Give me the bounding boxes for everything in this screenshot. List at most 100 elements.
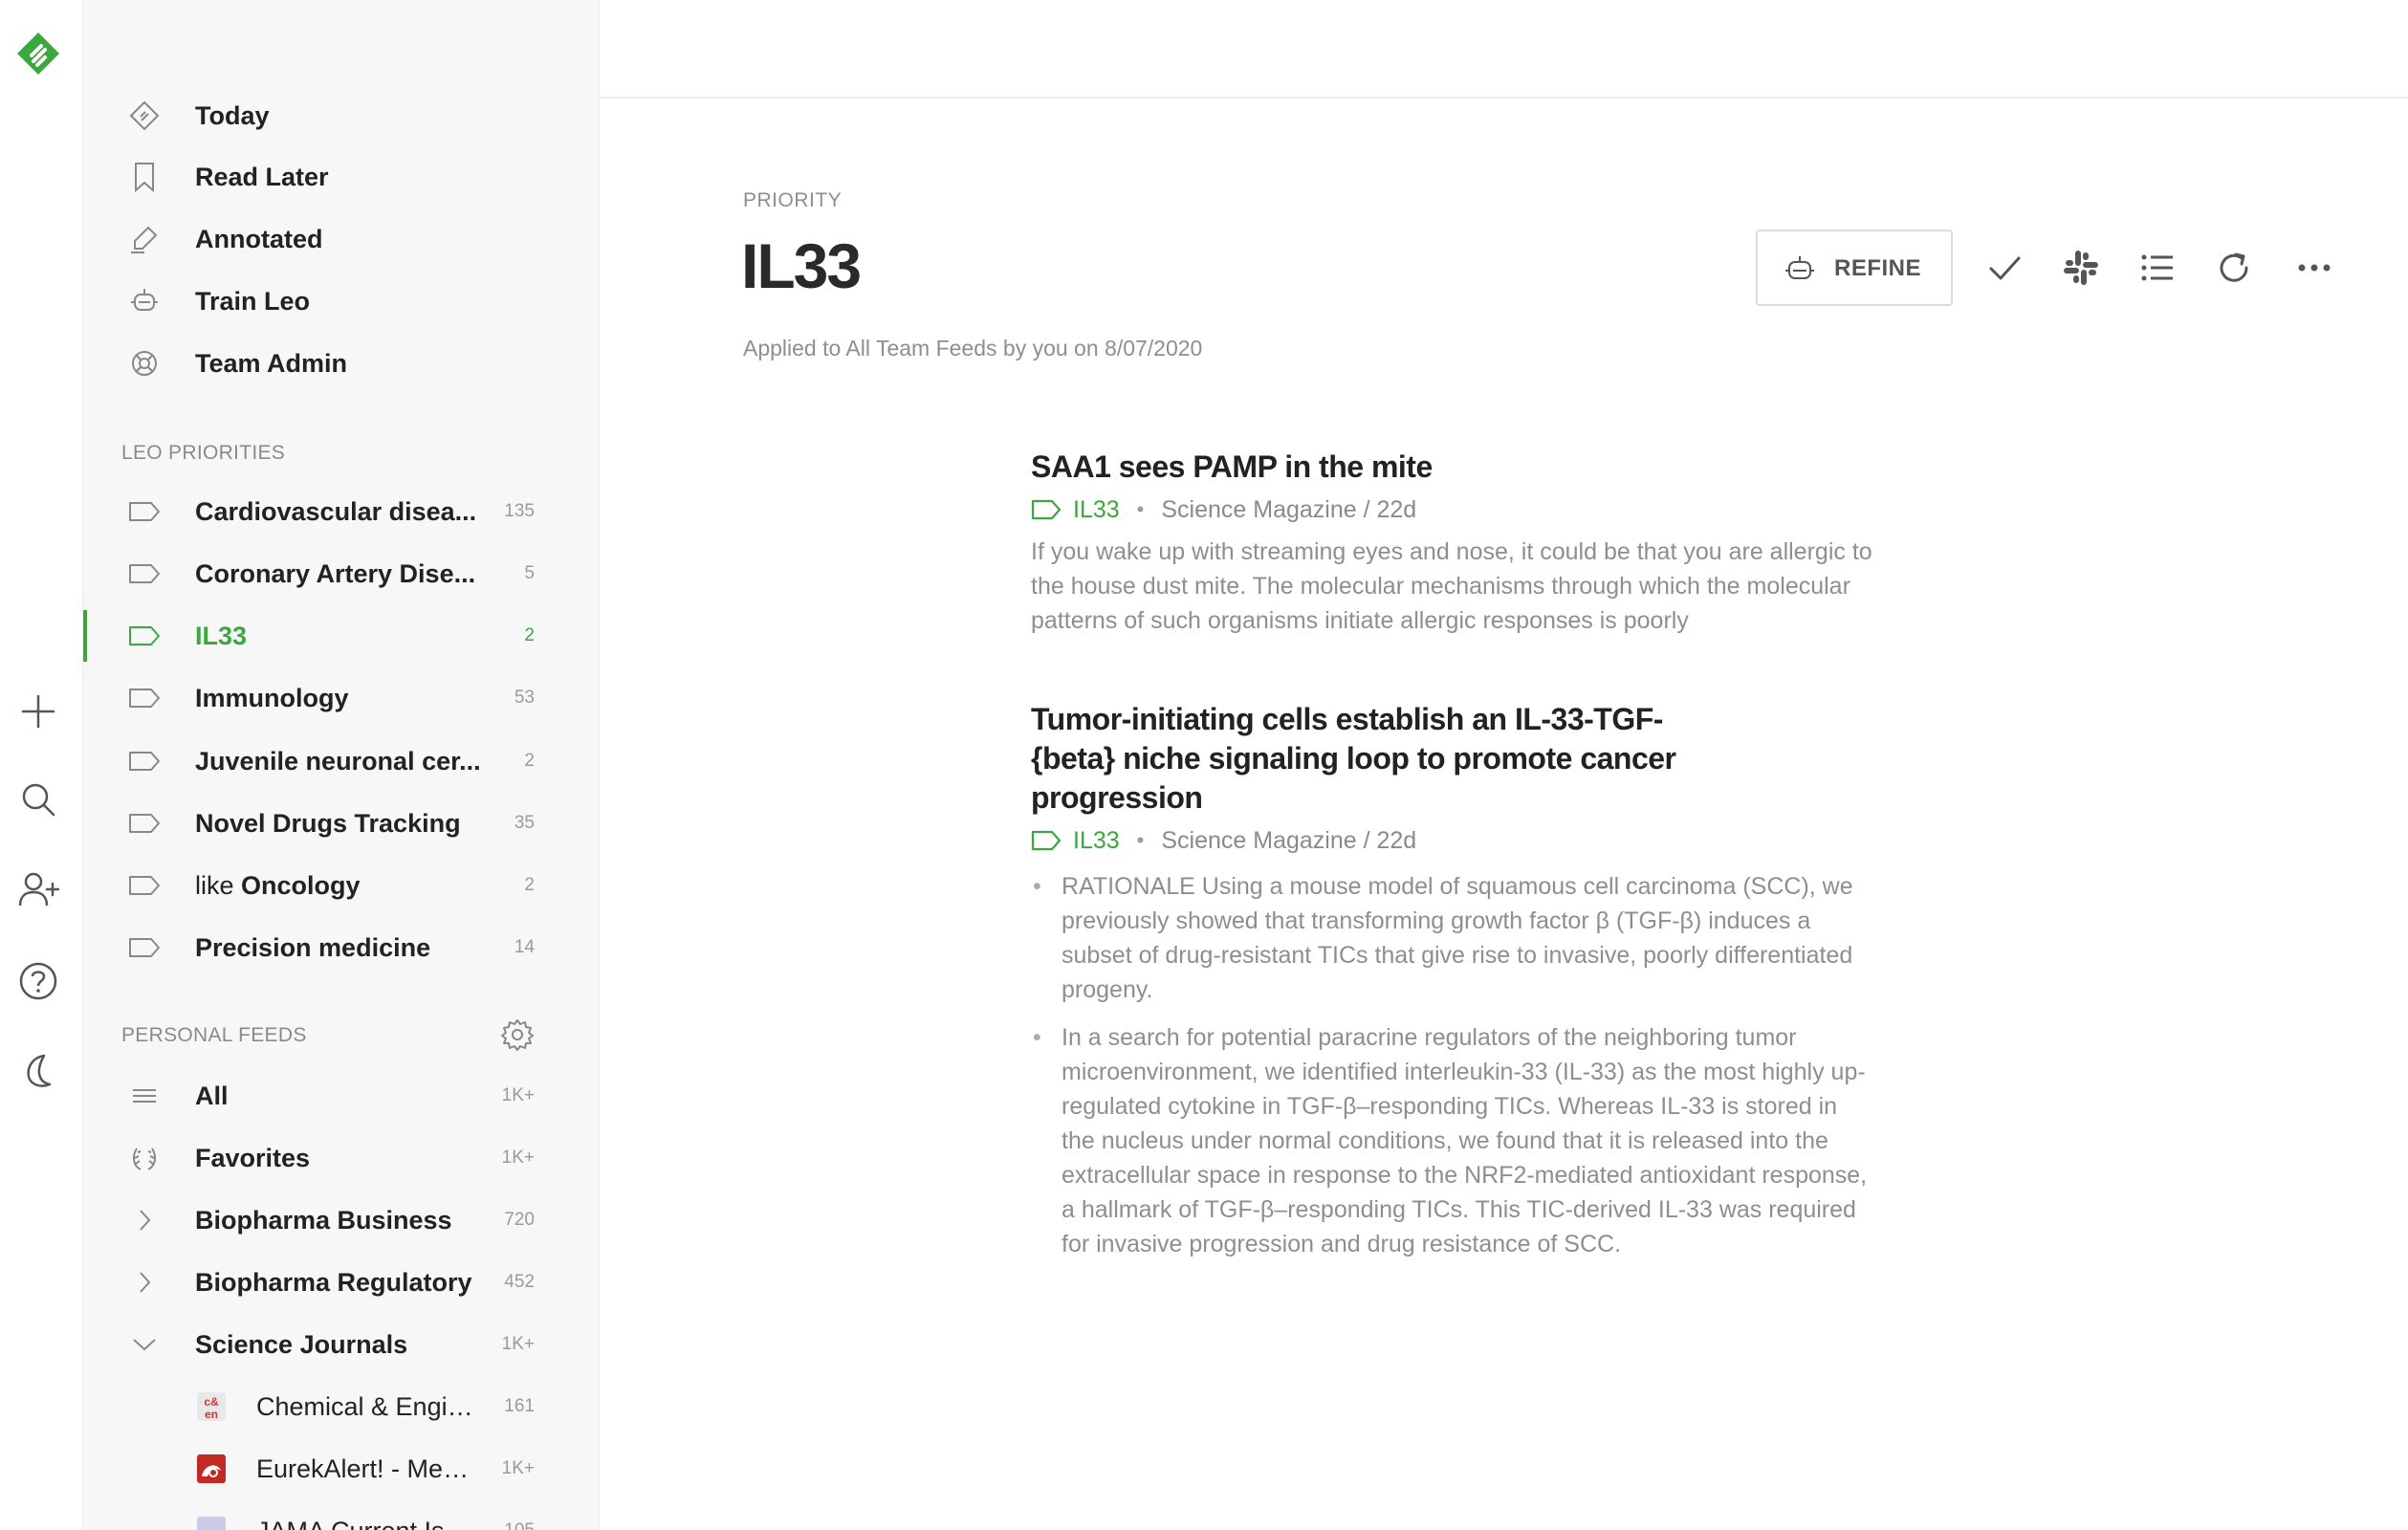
priority-item[interactable]: Immunology 53 [83,668,599,728]
feed-item-biopharma-regulatory[interactable]: Biopharma Regulatory 452 [83,1253,599,1312]
dark-mode-icon[interactable] [17,1050,59,1092]
page-eyebrow: PRIORITY [743,189,843,211]
priority-count: 35 [514,813,535,833]
tag-icon [127,619,162,653]
slack-icon[interactable] [2058,245,2104,291]
gear-icon[interactable] [500,1017,535,1052]
tag-icon [127,868,162,903]
svg-text:en: en [205,1408,218,1421]
subfeed-label: Chemical & Engin... [256,1391,481,1421]
sidebar-item-train-leo[interactable]: Train Leo [83,272,599,331]
priority-count: 5 [524,563,535,583]
tag-icon [1031,830,1062,851]
priority-label: Cardiovascular disea... [195,496,477,526]
article-bullet: RATIONALE Using a mouse model of squamou… [1031,869,1872,1007]
laurel-icon [127,1141,162,1175]
search-icon[interactable] [17,778,59,820]
tag-icon [127,557,162,591]
priority-label: like Oncology [195,871,361,901]
feed-item-favorites[interactable]: Favorites 1K+ [83,1128,599,1188]
refresh-icon[interactable] [2211,245,2257,291]
sidebar-item-today[interactable]: Today [83,86,599,145]
article-tag-label: IL33 [1073,826,1120,854]
article-meta: IL33 • Science Magazine / 22d [1031,491,1892,529]
feed-count: 1K+ [501,1148,535,1168]
article-bullet: In a search for potential paracrine regu… [1031,1020,1872,1261]
article-title[interactable]: Tumor-initiating cells establish an IL-3… [1031,700,1700,818]
priority-item[interactable]: like Oncology 2 [83,856,599,915]
subfeed-item[interactable]: c& en Chemical & Engin... 161 [83,1377,599,1436]
priority-item[interactable]: Novel Drugs Tracking 35 [83,794,599,853]
sidebar-item-annotated[interactable]: Annotated [83,209,599,269]
subfeed-item[interactable]: JAMA Current Issue 105 [83,1501,599,1530]
list-view-icon[interactable] [2134,245,2180,291]
tag-icon [127,930,162,965]
feed-count: 1K+ [501,1085,535,1105]
tag-icon [127,494,162,529]
priority-label-main: Oncology [241,870,361,900]
priority-item[interactable]: Coronary Artery Dise... 5 [83,544,599,603]
feed-item-biopharma-business[interactable]: Biopharma Business 720 [83,1191,599,1250]
refine-label: REFINE [1834,255,1922,281]
priority-item[interactable]: Precision medicine 14 [83,918,599,977]
feed-item-science-journals[interactable]: Science Journals 1K+ [83,1315,599,1374]
add-user-icon[interactable] [17,868,59,910]
article-tag[interactable]: IL33 [1031,827,1120,855]
list-lines-icon [127,1079,162,1113]
article-meta: IL33 • Science Magazine / 22d [1031,821,1892,860]
top-bar [601,0,2408,98]
cen-logo-icon: c& en [194,1389,229,1424]
chevron-down-icon[interactable] [127,1327,162,1362]
add-icon[interactable] [17,690,59,732]
tag-icon [127,681,162,715]
sidebar-item-label: Team Admin [195,348,348,378]
article-summary: If you wake up with streaming eyes and n… [1031,538,1872,634]
svg-text:c&: c& [204,1395,219,1409]
robot-icon [1783,252,1817,287]
feed-label: Biopharma Regulatory [195,1267,472,1297]
subfeed-count: 1K+ [501,1458,535,1478]
priority-label: Precision medicine [195,932,431,962]
feed-item-all[interactable]: All 1K+ [83,1066,599,1126]
article-card[interactable]: SAA1 sees PAMP in the mite IL33 • Scienc… [1031,448,1892,638]
bookmark-icon [127,160,162,194]
priority-item-il33[interactable]: IL33 2 [83,606,599,666]
feed-count: 1K+ [501,1334,535,1354]
priority-label: Novel Drugs Tracking [195,808,461,838]
priority-label-prefix: like [195,870,234,900]
today-icon [127,98,162,133]
priority-count: 2 [524,875,535,895]
article-tag-label: IL33 [1073,495,1120,523]
priority-item[interactable]: Cardiovascular disea... 135 [83,482,599,541]
subfeed-count: 161 [504,1396,535,1416]
feedly-logo-icon[interactable] [15,31,61,76]
article-title[interactable]: SAA1 sees PAMP in the mite [1031,448,1892,487]
chevron-right-icon[interactable] [127,1265,162,1300]
refine-button[interactable]: REFINE [1756,230,1953,306]
priority-count: 2 [524,751,535,771]
subfeed-item[interactable]: EurekAlert! - Medi... 1K+ [83,1439,599,1498]
subfeed-count: 105 [504,1520,535,1530]
help-icon[interactable] [17,960,59,1002]
sidebar-item-team-admin[interactable]: Team Admin [83,334,599,393]
priority-label: Coronary Artery Dise... [195,558,476,588]
chevron-right-icon[interactable] [127,1203,162,1237]
feed-count: 452 [504,1272,535,1292]
highlighter-icon [127,222,162,256]
subfeed-label: JAMA Current Issue [256,1517,481,1530]
sidebar-item-read-later[interactable]: Read Later [83,147,599,207]
page-title: IL33 [741,230,862,301]
article-tag[interactable]: IL33 [1031,496,1120,524]
leo-priorities-header: LEO PRIORITIES [121,442,286,464]
priority-label: Immunology [195,683,349,712]
robot-icon [127,284,162,318]
priority-label: IL33 [195,621,248,650]
priority-item[interactable]: Juvenile neuronal cer... 2 [83,732,599,791]
subfeed-label: EurekAlert! - Medi... [256,1454,481,1483]
sidebar-item-label: Annotated [195,224,323,253]
mark-read-check-icon[interactable] [1981,245,2027,291]
article-card[interactable]: Tumor-initiating cells establish an IL-3… [1031,700,1892,1261]
tag-icon [127,744,162,778]
more-options-icon[interactable] [2291,245,2337,291]
feed-label: Biopharma Business [195,1205,452,1235]
